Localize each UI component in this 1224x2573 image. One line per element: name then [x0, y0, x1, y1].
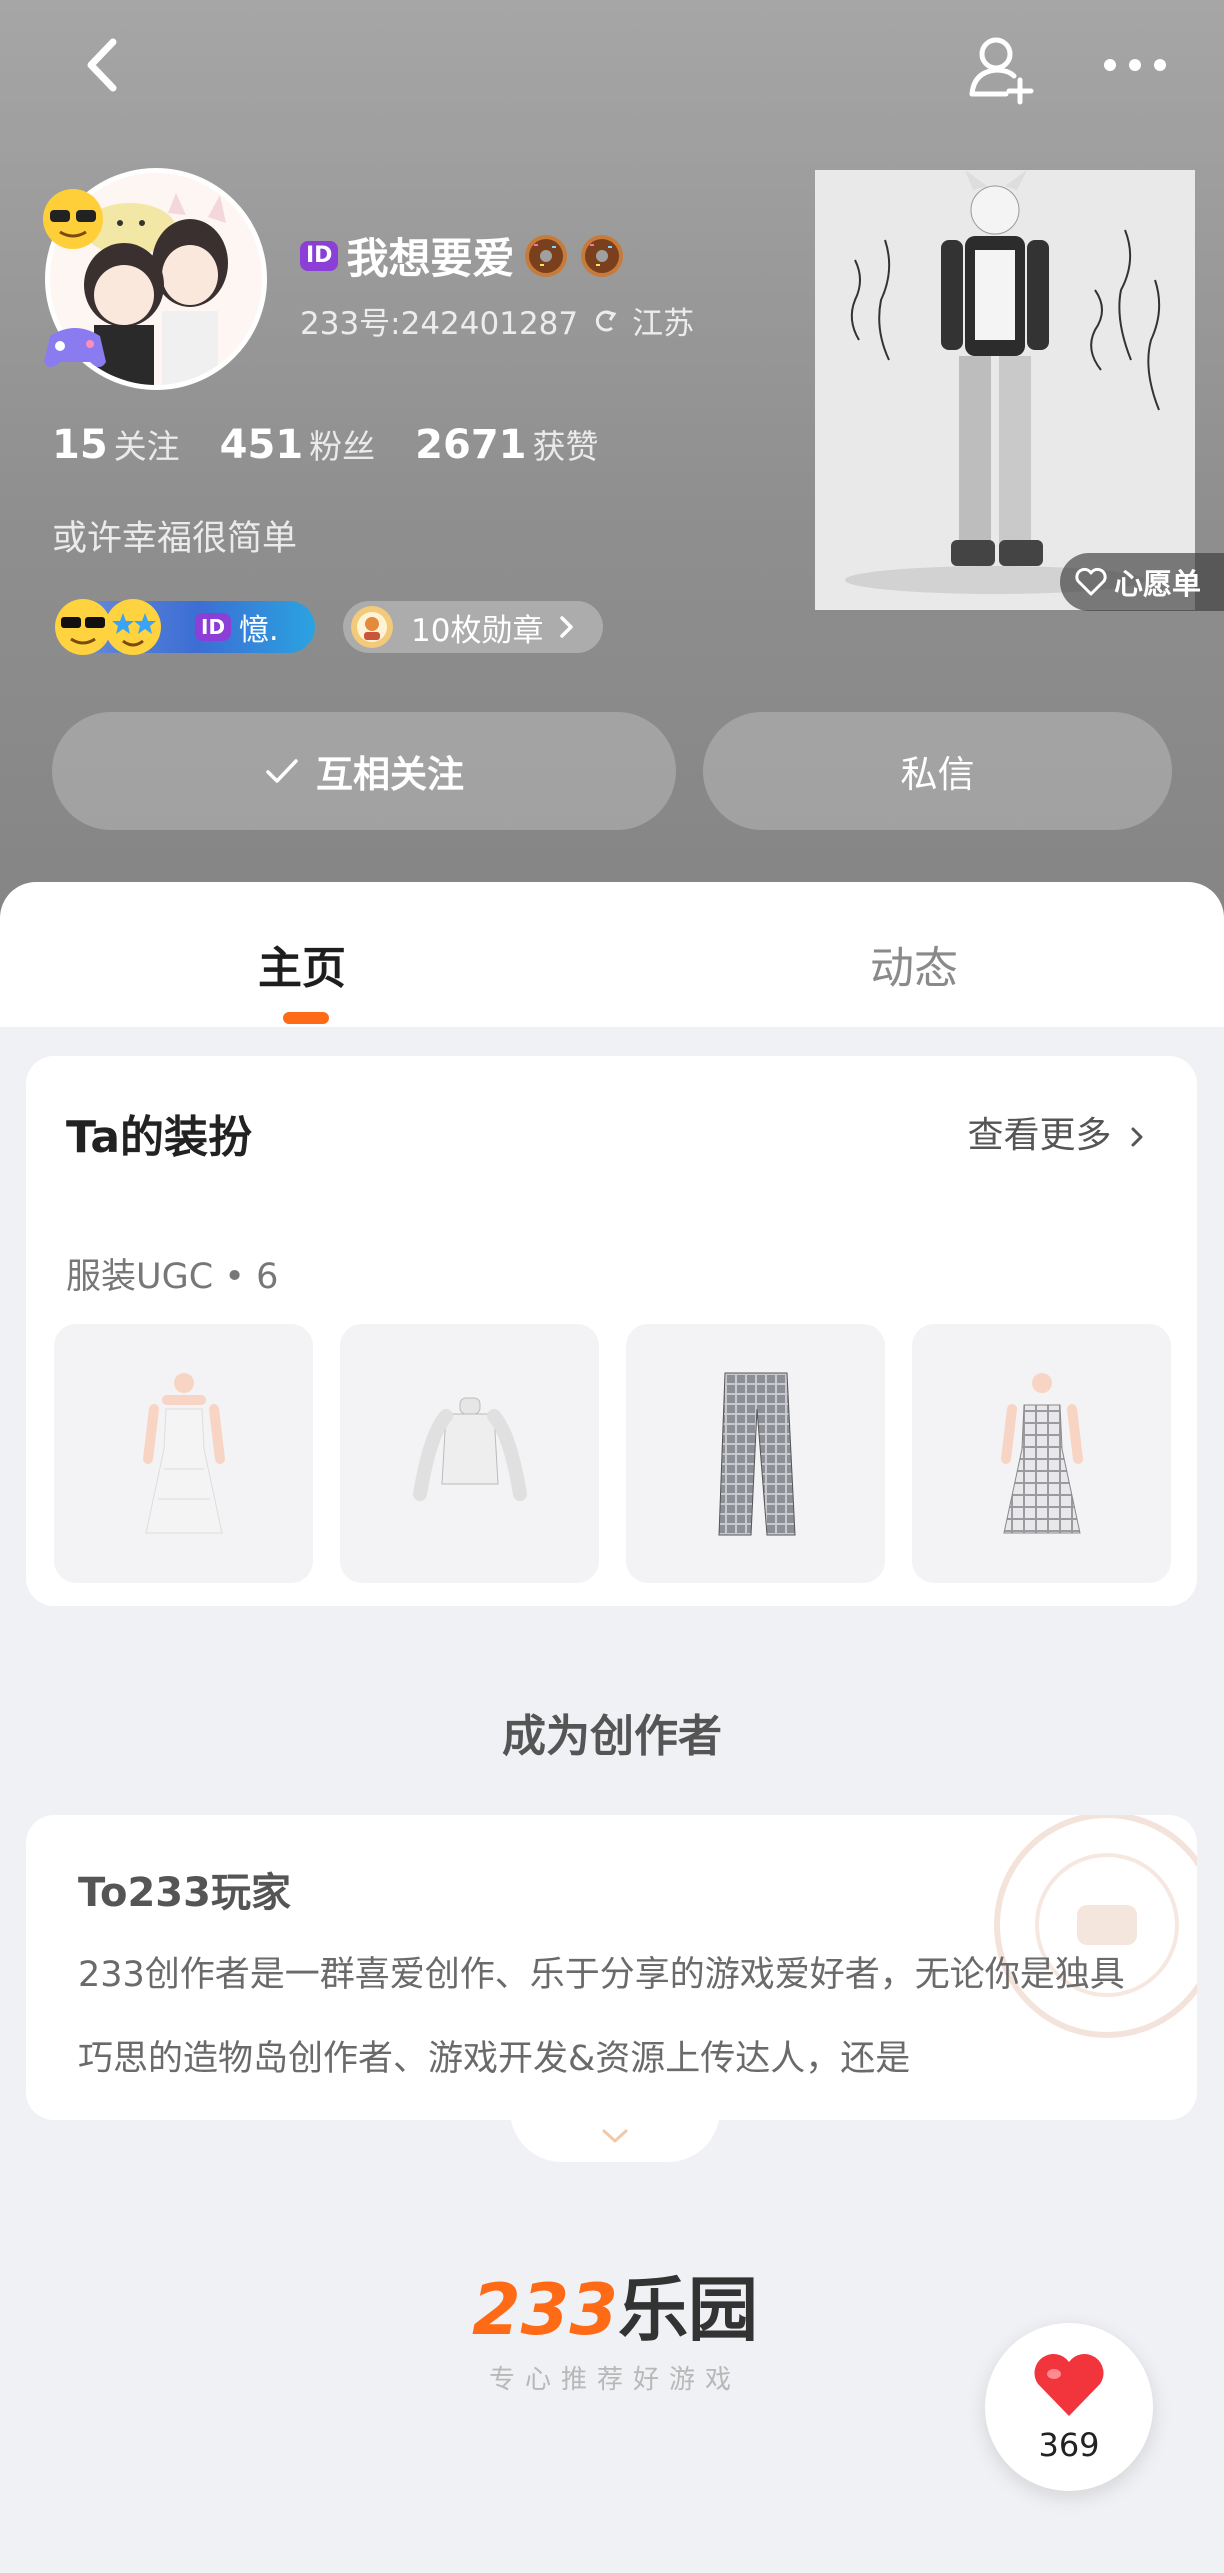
add-user-icon [969, 37, 1034, 105]
outfit-item[interactable] [626, 1324, 885, 1583]
medals-text: 10枚勋章 [411, 612, 544, 649]
pants-plaid-icon [717, 1372, 796, 1535]
gamepad-icon [44, 328, 106, 367]
outfit-item[interactable] [340, 1324, 599, 1583]
check-icon [266, 759, 298, 783]
add-friend-button[interactable] [962, 28, 1042, 108]
username: ID 我想要爱 [300, 225, 626, 286]
star-eyes-emoji-icon [105, 599, 161, 655]
heart-icon [1034, 2353, 1104, 2416]
chevron-down-icon [602, 2129, 628, 2143]
see-more-label: 查看更多 [967, 1115, 1112, 1156]
creator-card-text: 233创作者是一群喜爱创作、乐于分享的游戏爱好者，无论你是独具巧思的造物岛创作者… [78, 1955, 1125, 2079]
avatar-character-image[interactable] [795, 170, 1215, 610]
tab-feed[interactable]: 动态 [870, 932, 958, 996]
outfit-card-title: Ta的装扮 [66, 1112, 253, 1163]
mutual-follow-label: 互相关注 [316, 753, 464, 796]
logo-slogan: 专心推荐好游戏 [488, 2365, 741, 2395]
stat-likes[interactable]: 2671 获赞 [415, 420, 598, 468]
id-badge: ID [195, 613, 232, 641]
more-button[interactable] [1100, 40, 1170, 90]
stat-value: 451 [219, 422, 304, 468]
outfit-item[interactable] [912, 1324, 1171, 1583]
chevron-right-icon [1131, 1127, 1143, 1147]
profile-header: ID 我想要爱 233号:242401287 江苏 15 关注 451 粉丝 267… [0, 0, 1224, 920]
heart-outline-icon [1075, 567, 1107, 596]
title-badge-text: 憶. [239, 613, 279, 648]
mutual-follow-button[interactable]: 互相关注 [52, 712, 676, 830]
top-white-icon [412, 1397, 527, 1501]
ugc-label: 服装UGC • 6 [66, 1257, 279, 1297]
donut-emoji-icon [525, 234, 568, 277]
id-badge: ID [300, 240, 339, 271]
creator-card-title: To233玩家 [78, 1870, 291, 1916]
stat-label: 获赞 [532, 427, 599, 466]
stat-followers[interactable]: 451 粉丝 [220, 420, 376, 468]
dress-plaid-icon [1000, 1372, 1083, 1533]
see-more-link[interactable]: 查看更多 [968, 1106, 1149, 1158]
stat-value: 2671 [415, 422, 527, 468]
copy-icon[interactable] [592, 308, 618, 334]
account-number: 233号:242401287 [300, 306, 579, 342]
wishlist-label: 心愿单 [1114, 567, 1202, 601]
app-logo: 233乐园 专心推荐好游戏 [470, 2275, 760, 2396]
chevron-left-icon [87, 38, 117, 92]
logo-number: 233 [471, 2269, 619, 2351]
stat-label: 粉丝 [309, 427, 376, 466]
outfit-card: Ta的装扮 查看更多 服装UGC • 6 [26, 1056, 1197, 1606]
tab-home[interactable]: 主页 [258, 932, 346, 996]
creator-card[interactable]: To233玩家 233创作者是一群喜爱创作、乐于分享的游戏爱好者，无论你是独具巧… [26, 1815, 1197, 2120]
username-text: 我想要爱 [346, 234, 515, 283]
outfit-item[interactable] [54, 1324, 313, 1583]
badges-row: ID 憶. 10枚勋章 [55, 598, 603, 656]
dress-white-icon [142, 1372, 225, 1533]
wishlist-button[interactable]: 心愿单 [1060, 553, 1224, 611]
location: 江苏 [632, 306, 695, 342]
medal-icon [351, 606, 393, 648]
stat-label: 关注 [113, 427, 180, 466]
tab-bar: 主页 动态 [0, 882, 1224, 1027]
creator-heading: 成为创作者 [502, 1711, 722, 1762]
stat-following[interactable]: 15 关注 [52, 420, 180, 468]
message-label: 私信 [900, 753, 975, 796]
active-tab-indicator [283, 1012, 329, 1024]
logo-name: 乐园 [618, 2269, 759, 2351]
back-button[interactable] [75, 30, 135, 100]
outfit-items [54, 1324, 1171, 1583]
donut-emoji-icon [581, 234, 624, 277]
sunglasses-emoji-icon [43, 189, 103, 249]
message-button[interactable]: 私信 [703, 712, 1172, 830]
like-count: 369 [1038, 2426, 1100, 2464]
stats-row: 15 关注 451 粉丝 2671 获赞 [52, 420, 599, 468]
stat-value: 15 [52, 422, 108, 468]
more-dots-icon [1104, 59, 1166, 71]
expand-button[interactable] [510, 2110, 720, 2162]
bio-text: 或许幸福很简单 [52, 519, 298, 559]
chevron-right-icon [560, 616, 574, 638]
title-badge[interactable]: ID 憶. [55, 599, 315, 655]
medals-badge[interactable]: 10枚勋章 [343, 601, 603, 653]
like-button[interactable]: 369 [985, 2323, 1153, 2491]
account-info: 233号:242401287 江苏 [300, 298, 694, 343]
